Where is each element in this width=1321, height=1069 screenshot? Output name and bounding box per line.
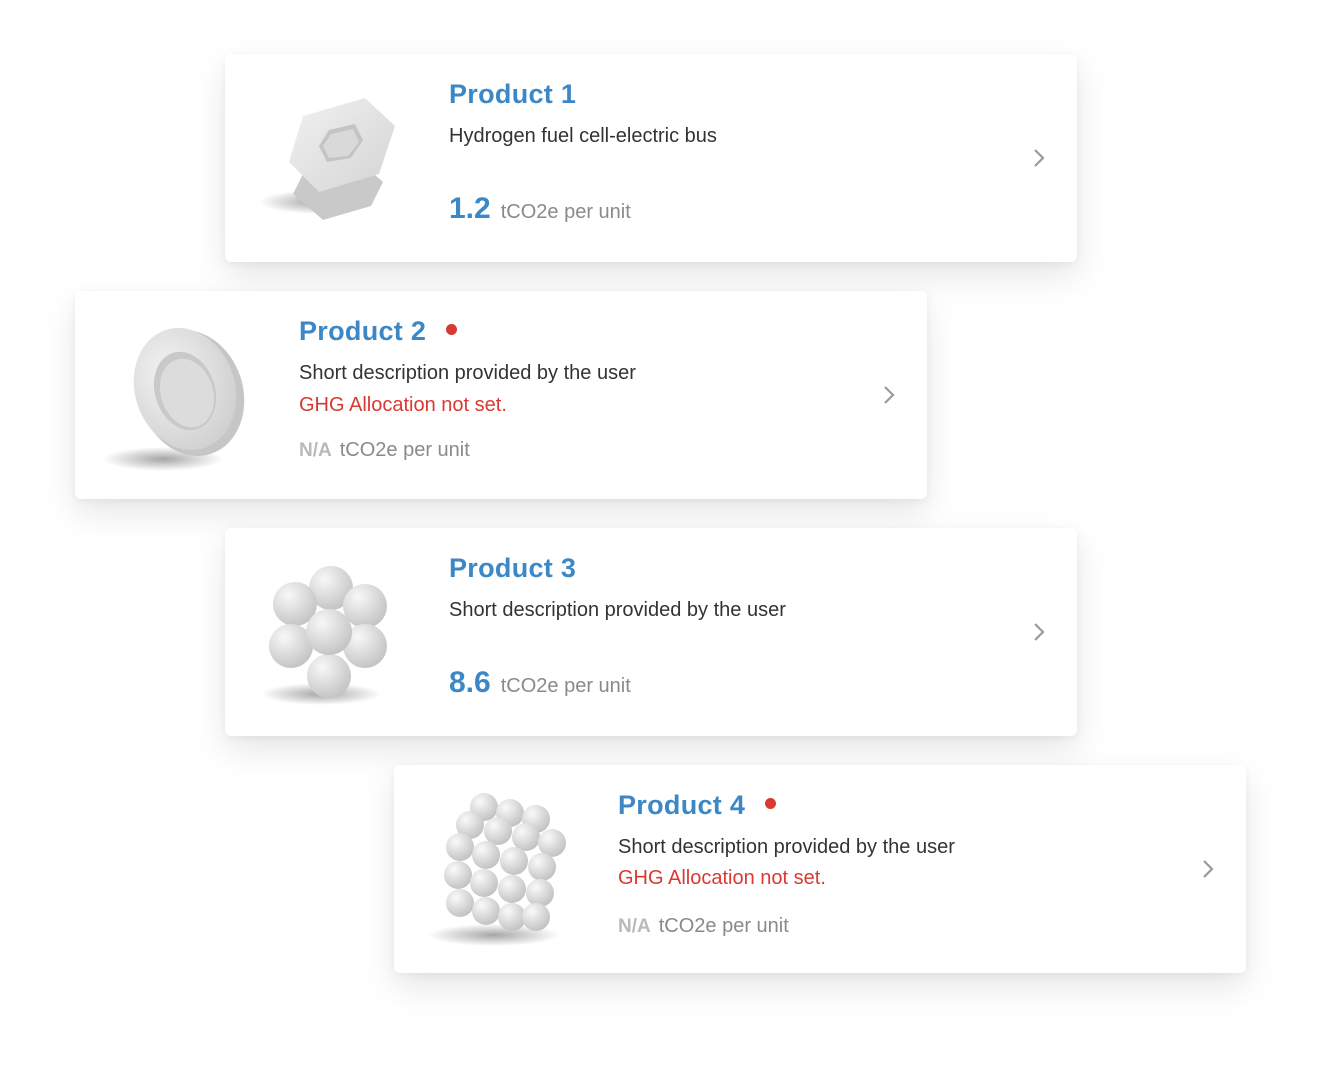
emission-value: 1.2 [449,192,491,225]
emission-value: N/A [618,916,651,937]
emission-metric: 8.6 tCO2e per unit [449,666,631,700]
chevron-right-icon[interactable] [1031,147,1047,169]
chevron-right-icon[interactable] [1031,621,1047,643]
emission-unit: tCO2e per unit [500,201,631,223]
product-title: Product 3 [449,553,577,583]
product-image-ring-disc [95,311,255,479]
product-description: Short description provided by the user [449,599,786,621]
chevron-right-icon[interactable] [881,384,897,406]
product-title: Product 4 [618,790,777,821]
ring-disc-image [103,328,245,471]
emission-metric: 1.2 tCO2e per unit [449,192,631,226]
emission-metric: N/A tCO2e per unit [618,915,789,938]
emission-unit: tCO2e per unit [500,675,631,697]
product-description: Short description provided by the user [299,362,636,384]
alert-dot [765,798,777,810]
product-image-sphere-flower-cluster [245,548,405,716]
emission-metric: N/A tCO2e per unit [299,439,470,462]
product-card-3[interactable]: Product 3 Short description provided by … [225,528,1077,736]
sphere-cluster-image [261,566,387,705]
emission-unit: tCO2e per unit [339,439,470,461]
product-image-sphere-cube-cluster [414,785,574,953]
product-card-2[interactable]: Product 2 Short description provided by … [75,291,927,499]
product-title: Product 1 [449,79,577,109]
allocation-warning: GHG Allocation not set. [299,394,507,416]
hexagonal-nut-image [259,98,395,220]
emission-value: N/A [299,440,332,461]
product-image-hexagonal-nut [245,74,405,242]
product-description: Short description provided by the user [618,836,955,858]
emission-unit: tCO2e per unit [658,915,789,937]
allocation-warning: GHG Allocation not set. [618,867,826,889]
product-list: Product 1 Hydrogen fuel cell-electric bu… [0,0,1321,1069]
chevron-right-icon[interactable] [1200,858,1216,880]
product-card-1[interactable]: Product 1 Hydrogen fuel cell-electric bu… [225,54,1077,262]
product-title: Product 2 [299,316,458,347]
product-description: Hydrogen fuel cell-electric bus [449,125,717,147]
emission-value: 8.6 [449,666,491,699]
alert-dot [446,324,458,336]
product-card-4[interactable]: Product 4 Short description provided by … [394,765,1246,973]
sphere-cube-image [428,793,566,946]
